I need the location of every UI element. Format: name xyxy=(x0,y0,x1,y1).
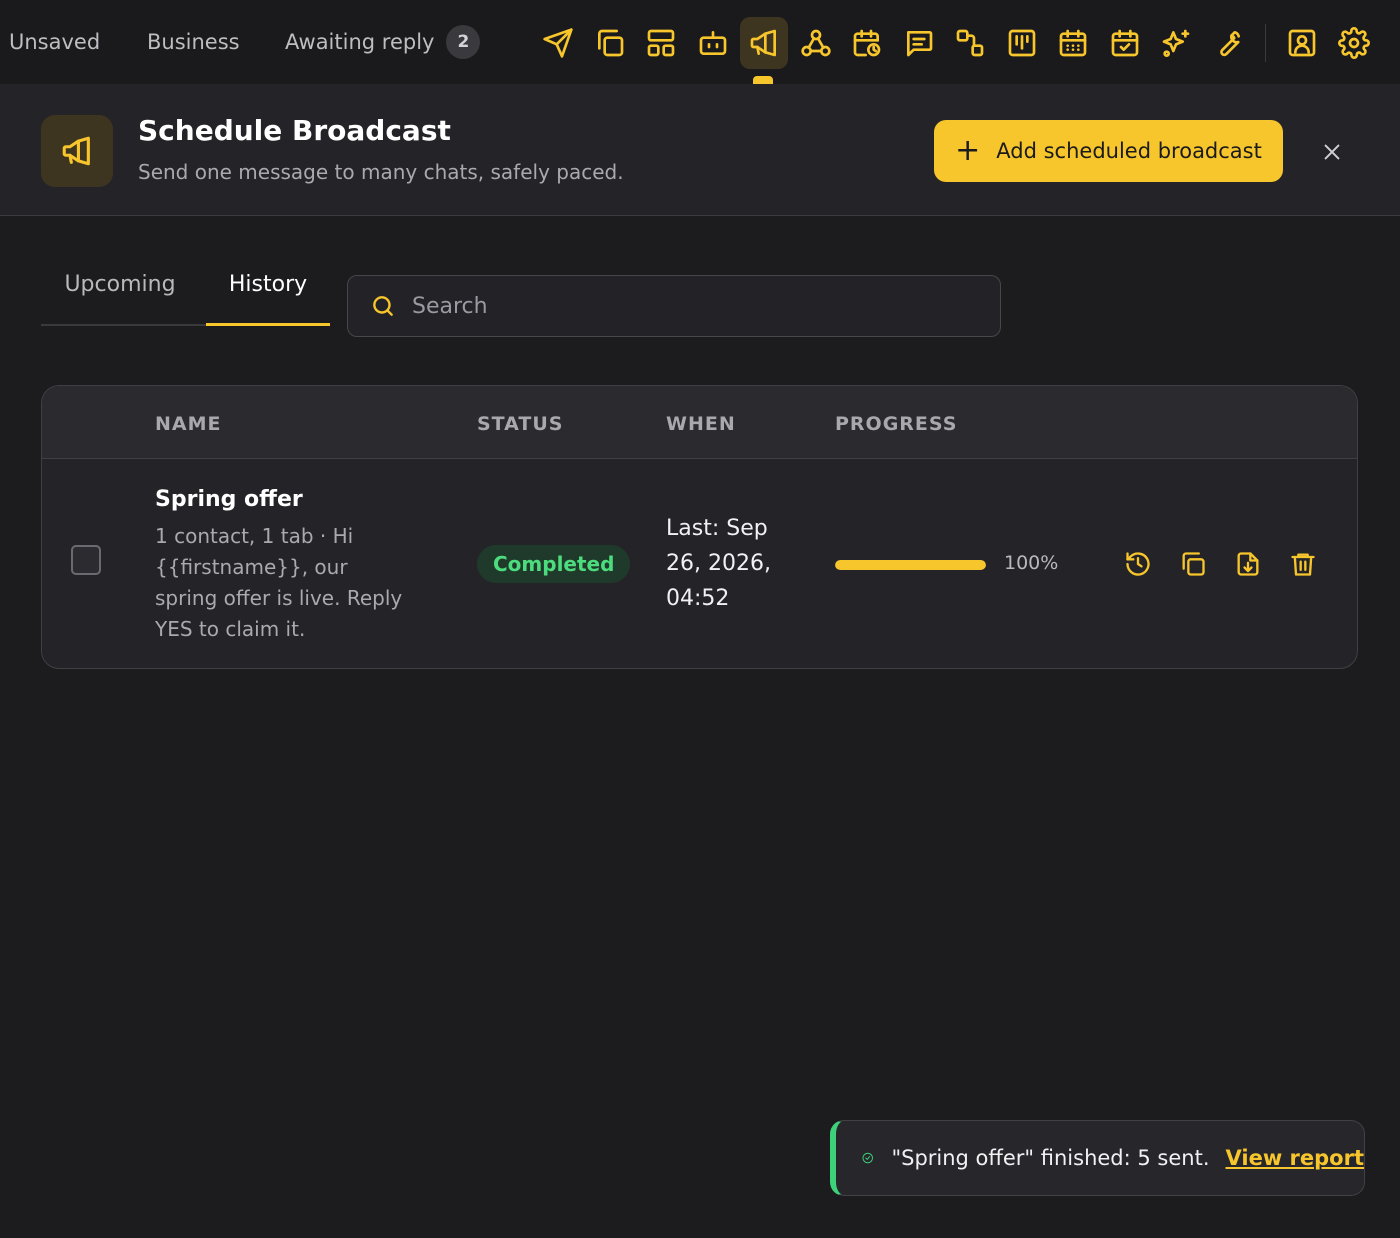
message-icon xyxy=(907,31,933,57)
add-scheduled-broadcast-label: Add scheduled broadcast xyxy=(996,139,1262,163)
contact-icon xyxy=(1288,29,1316,57)
broadcast-table: NAME STATUS WHEN PROGRESS Spring offer 1… xyxy=(41,385,1358,669)
tab-unsaved[interactable]: Unsaved xyxy=(9,0,100,84)
calendar-clock-icon xyxy=(853,29,881,57)
tab-awaiting-reply-label: Awaiting reply xyxy=(285,30,435,54)
toolbar-divider xyxy=(1265,24,1266,62)
tab-upcoming[interactable]: Upcoming xyxy=(41,272,199,326)
search-input[interactable] xyxy=(412,286,1000,326)
wrench-tool-button[interactable] xyxy=(1204,17,1252,69)
active-tool-indicator xyxy=(753,76,773,84)
calendar-check-tool-button[interactable] xyxy=(1101,17,1149,69)
tab-business[interactable]: Business xyxy=(147,0,240,84)
add-scheduled-broadcast-button[interactable]: + Add scheduled broadcast xyxy=(934,120,1283,182)
close-button[interactable] xyxy=(1316,136,1348,168)
page-header: Schedule Broadcast Send one message to m… xyxy=(0,84,1400,216)
progress-label: 100% xyxy=(1004,552,1059,574)
webhook-icon xyxy=(801,29,831,57)
row-checkbox[interactable] xyxy=(71,545,101,575)
close-icon xyxy=(1324,144,1340,160)
toast-notification: "Spring offer" finished: 5 sent. View re… xyxy=(830,1120,1365,1196)
settings-icon xyxy=(1338,27,1370,59)
top-bar: Unsaved Business Awaiting reply 2 xyxy=(0,0,1400,84)
broadcast-tool-button[interactable] xyxy=(740,17,788,69)
plus-icon: + xyxy=(955,133,981,168)
layout-icon xyxy=(647,29,675,57)
duplicate-button[interactable] xyxy=(1176,547,1210,581)
flow-icon xyxy=(956,29,984,57)
toast-message: "Spring offer" finished: 5 sent. xyxy=(891,1146,1210,1170)
export-button[interactable] xyxy=(1231,547,1265,581)
message-tool-button[interactable] xyxy=(895,17,943,69)
tab-history[interactable]: History xyxy=(206,272,330,326)
page-subtitle: Send one message to many chats, safely p… xyxy=(138,160,624,184)
calendar-grid-icon xyxy=(1059,29,1087,57)
delete-button[interactable] xyxy=(1286,547,1320,581)
progress-bar xyxy=(835,560,986,570)
wrench-icon xyxy=(1220,31,1240,57)
table-header: NAME STATUS WHEN PROGRESS xyxy=(42,386,1357,459)
contacts-tool-button[interactable] xyxy=(1278,17,1326,69)
send-icon xyxy=(543,28,573,58)
sparkles-icon xyxy=(1162,29,1190,57)
header-megaphone-icon xyxy=(41,115,113,187)
trash-icon xyxy=(1291,553,1315,576)
column-when: WHEN xyxy=(666,413,736,435)
search-icon xyxy=(373,296,393,316)
settings-tool-button[interactable] xyxy=(1330,17,1378,69)
sparkles-tool-button[interactable] xyxy=(1152,17,1200,69)
history-icon xyxy=(1126,552,1150,576)
export-icon xyxy=(1237,552,1259,576)
layout-tool-button[interactable] xyxy=(637,17,685,69)
view-report-link[interactable]: View report xyxy=(1226,1146,1365,1170)
robot-icon xyxy=(699,31,727,55)
status-badge: Completed xyxy=(477,545,631,583)
broadcast-name: Spring offer xyxy=(155,487,303,512)
webhook-tool-button[interactable] xyxy=(792,17,840,69)
robot-tool-button[interactable] xyxy=(689,17,737,69)
tab-awaiting-reply[interactable]: Awaiting reply 2 xyxy=(285,0,481,84)
tab-business-label: Business xyxy=(147,30,240,54)
tab-unsaved-label: Unsaved xyxy=(9,30,101,54)
calendar-grid-tool-button[interactable] xyxy=(1049,17,1097,69)
history-button[interactable] xyxy=(1121,547,1155,581)
awaiting-reply-count-badge: 2 xyxy=(446,25,481,59)
broadcast-description: 1 contact, 1 tab · Hi {{firstname}}, our… xyxy=(155,524,403,641)
send-tool-button[interactable] xyxy=(534,17,582,69)
page-title: Schedule Broadcast xyxy=(138,114,451,147)
megaphone-icon xyxy=(62,136,90,166)
copy-icon xyxy=(598,29,624,57)
flow-tool-button[interactable] xyxy=(946,17,994,69)
table-row: Spring offer 1 contact, 1 tab · Hi {{fir… xyxy=(42,459,1357,668)
column-progress: PROGRESS xyxy=(835,413,958,435)
megaphone-icon xyxy=(750,29,776,57)
progress-bar-fill xyxy=(835,560,986,570)
kanban-tool-button[interactable] xyxy=(998,17,1046,69)
calendar-clock-tool-button[interactable] xyxy=(843,17,891,69)
duplicate-icon xyxy=(1182,552,1205,576)
kanban-icon xyxy=(1008,29,1036,57)
check-circle-icon xyxy=(862,1152,873,1164)
broadcast-when: Last: Sep 26, 2026, 04:52 xyxy=(666,516,771,611)
search-box[interactable] xyxy=(347,275,1001,337)
calendar-check-icon xyxy=(1111,29,1139,57)
copy-tool-button[interactable] xyxy=(586,17,634,69)
column-status: STATUS xyxy=(477,413,564,435)
column-name: NAME xyxy=(155,413,222,435)
